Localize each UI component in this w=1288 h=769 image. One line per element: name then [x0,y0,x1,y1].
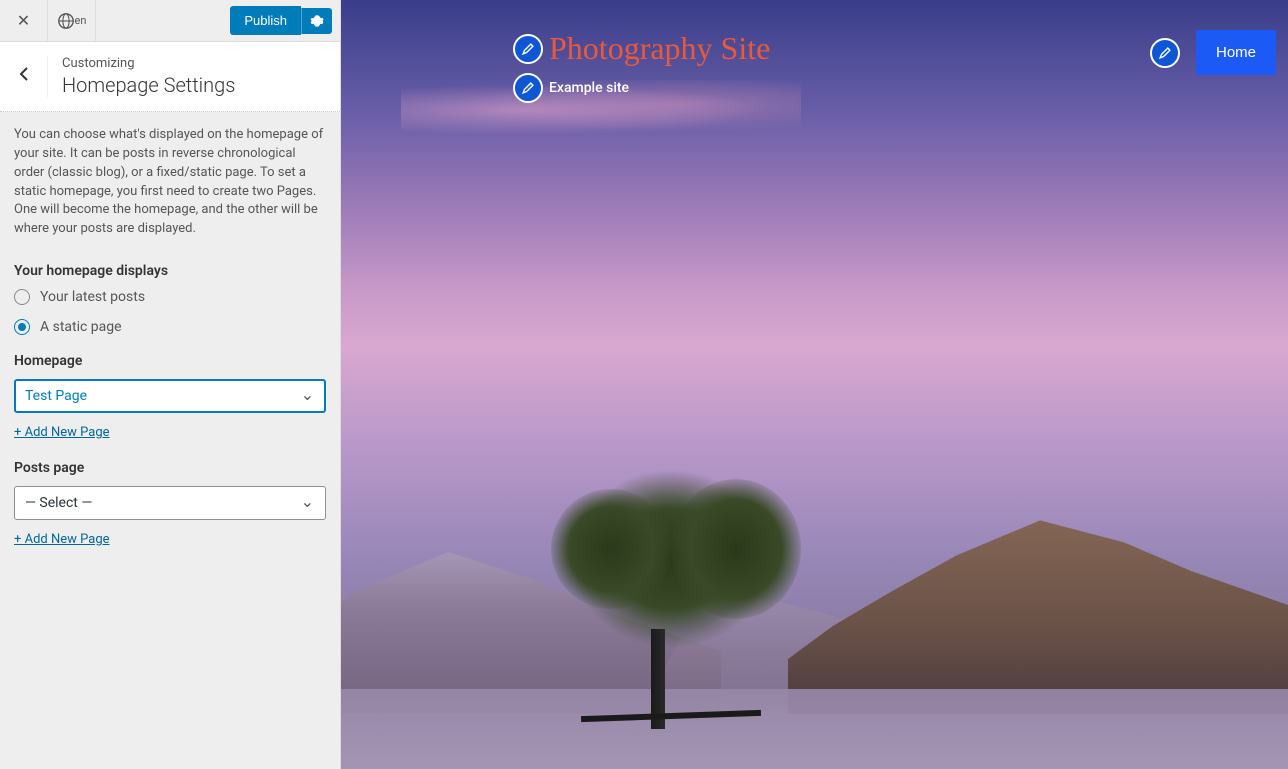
edit-nav-button[interactable] [1150,38,1180,68]
globe-icon [57,12,75,30]
radio-latest-posts[interactable]: Your latest posts [14,289,326,305]
publish-button[interactable]: Publish [230,6,301,35]
add-new-posts-page-link[interactable]: + Add New Page [14,532,110,547]
radio-label: Your latest posts [40,289,145,305]
language-switch[interactable]: en [48,0,96,41]
radio-static-page[interactable]: A static page [14,319,326,335]
homepage-select-label: Homepage [14,353,326,369]
edit-site-title-button[interactable] [513,34,543,64]
customizing-label: Customizing [62,56,235,71]
homepage-displays-label: Your homepage displays [14,263,326,279]
radio-icon [14,319,30,335]
nav-home-button[interactable]: Home [1196,30,1276,75]
pencil-icon [521,81,535,95]
site-preview: Photography Site Example site Home [341,0,1288,769]
pencil-icon [1158,46,1172,60]
posts-page-select[interactable]: — Select — [14,486,326,520]
homepage-select[interactable]: Test Page [14,379,326,413]
panel-title: Homepage Settings [62,73,235,97]
mountains-decoration [341,489,1288,769]
close-button[interactable]: ✕ [0,0,48,41]
site-tagline[interactable]: Example site [549,80,629,96]
customizer-sidebar: ✕ en Publish Customizing Homepage Settin… [0,0,341,769]
add-new-homepage-link[interactable]: + Add New Page [14,425,110,440]
posts-page-select-label: Posts page [14,460,326,476]
gear-icon [310,14,324,28]
site-title[interactable]: Photography Site [549,30,770,67]
edit-tagline-button[interactable] [513,73,543,103]
panel-header: Customizing Homepage Settings [0,42,340,112]
back-button[interactable] [0,56,48,97]
chevron-left-icon [18,66,30,82]
topbar: ✕ en Publish [0,0,340,42]
radio-label: A static page [40,319,122,335]
site-header: Photography Site Example site Home [341,30,1288,109]
publish-group: Publish [230,0,340,41]
radio-icon [14,289,30,305]
panel-description: You can choose what's displayed on the h… [14,126,326,239]
language-code: en [75,14,87,27]
pencil-icon [521,42,535,56]
panel-body: You can choose what's displayed on the h… [0,112,340,581]
publish-settings-button[interactable] [301,8,332,34]
